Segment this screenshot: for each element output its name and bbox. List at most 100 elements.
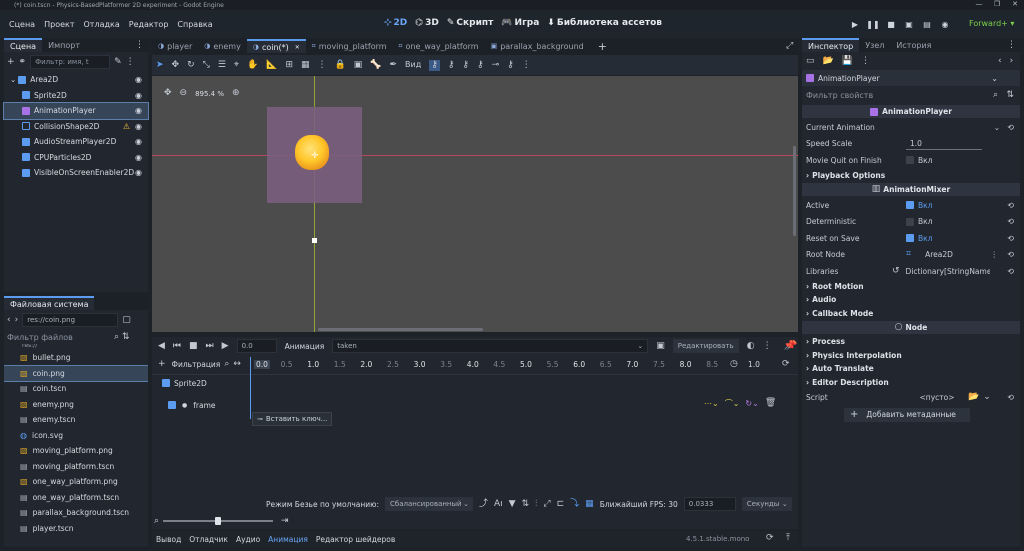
snap-keys-icon[interactable]: ⤵ [570, 499, 579, 509]
stop-icon[interactable]: ■ [885, 18, 897, 30]
file-item[interactable]: ▤ player.tscn [4, 521, 148, 537]
add-metadata-button[interactable]: + Добавить метаданные [844, 407, 970, 422]
play-start-back-icon[interactable]: ⏮ [173, 341, 181, 351]
menu-3[interactable]: Редактор [129, 20, 169, 29]
group-playback-options[interactable]: › Playback Options [802, 169, 1020, 183]
time-input[interactable]: 0.0 [236, 339, 277, 353]
reset-on-save-reset-icon[interactable]: ⟲ [1007, 234, 1014, 243]
onion-skin-icon[interactable]: ◐ [747, 341, 755, 351]
root-node-value[interactable]: Area2D [925, 250, 953, 259]
scene-node[interactable]: CPUParticles2D ◉ [4, 150, 148, 166]
bone-icon[interactable]: ✒ [389, 60, 397, 70]
file-filter-input[interactable]: Фильтр файлов [7, 333, 111, 342]
file-item[interactable]: ▧ bullet.png [4, 350, 148, 366]
step-input[interactable]: 0.0333 [683, 497, 736, 511]
renderer-select[interactable]: Forward+ ▾ [969, 19, 1014, 28]
file-item[interactable]: ▤ parallax_background.tscn [4, 505, 148, 521]
list-select-icon[interactable]: ☰ [218, 60, 226, 70]
key-rotation-icon[interactable]: ⚷ [462, 60, 469, 70]
visibility-icon[interactable]: ◉ [135, 75, 142, 84]
file-item[interactable]: ▧ coin.png [4, 364, 148, 382]
libraries-revert-icon[interactable]: ↺ [892, 266, 900, 276]
menu-4[interactable]: Справка [177, 20, 212, 29]
sort-tracks-icon[interactable]: ⇅ [522, 499, 530, 509]
font-icon[interactable]: Aı [494, 499, 503, 509]
play-custom-icon[interactable]: ▤ [921, 18, 933, 30]
add-node-icon[interactable]: + [7, 57, 15, 67]
lock-icon[interactable]: 🔒 [335, 60, 346, 70]
menu-0[interactable]: Сцена [9, 20, 35, 29]
node-selector[interactable]: AnimationPlayer ⌄ [802, 70, 1020, 86]
more-icon[interactable]: ⋮ [126, 57, 135, 67]
distraction-free-icon[interactable]: ⤢ [786, 42, 793, 51]
group-icon[interactable]: ▣ [354, 60, 363, 70]
track-enable-checkbox[interactable] [168, 401, 176, 409]
unit-select[interactable]: Секунды ⌄ [741, 497, 792, 511]
minimize-icon[interactable]: — [970, 0, 988, 8]
inspector-more-icon[interactable]: ⋮ [1007, 40, 1016, 50]
speed-scale-input[interactable]: 1.0 [906, 139, 986, 151]
scene-node[interactable]: VisibleOnScreenEnabler2D ◉ [4, 165, 148, 181]
toolbar-more-icon[interactable]: ⋮ [522, 60, 531, 70]
anim-more-icon[interactable]: ⋮ [763, 341, 772, 351]
new-resource-icon[interactable]: ▭ [806, 56, 815, 66]
update-mode-icon[interactable]: ⋯⌄ [704, 399, 719, 408]
movie-icon[interactable]: ◉ [939, 18, 951, 30]
visibility-icon[interactable]: ◉ [135, 106, 142, 115]
play-backwards-icon[interactable]: ◀ [158, 341, 165, 351]
autoplay-icon[interactable]: ▣ [656, 341, 665, 351]
group-0[interactable]: › Root Motion [802, 280, 1020, 294]
h-scrollbar[interactable] [318, 328, 483, 331]
split-view-icon[interactable]: ▢ [122, 315, 131, 325]
scene-tab-1[interactable]: Импорт [42, 38, 86, 52]
anim-stop-icon[interactable]: ■ [189, 341, 198, 351]
insert-key-tooltip[interactable]: ⊸ Вставить ключ... [252, 412, 333, 426]
filter-icon[interactable]: ▼ [509, 499, 516, 509]
play-start-icon[interactable]: ⏭ [206, 341, 214, 351]
scene-node[interactable]: CollisionShape2D ⚠ ◉ [4, 119, 148, 135]
scene-node[interactable]: ⌄ Area2D ◉ [4, 72, 148, 88]
editor-tab-coin[interactable]: ◑ coin(*) ✕ [246, 39, 306, 53]
inspector-tab-1[interactable]: Узел [859, 38, 890, 52]
editor-tab-one-way-platform[interactable]: ⌗ one_way_platform [393, 39, 485, 53]
current-animation-dropdown-icon[interactable]: ⌄ [994, 123, 1000, 132]
ruler-tool-icon[interactable]: 📐 [266, 60, 277, 70]
zoom-slider[interactable] [163, 517, 274, 525]
back-icon[interactable]: ‹ [7, 315, 11, 325]
group-1[interactable]: › Physics Interpolation [802, 349, 1020, 363]
zoom-end-icon[interactable]: ⇥ [281, 516, 289, 526]
file-item[interactable]: ▤ moving_platform.tscn [4, 459, 148, 475]
movie-quit-checkbox[interactable] [906, 156, 914, 165]
visibility-icon[interactable]: ◉ [135, 153, 142, 162]
expand-panel-icon[interactable]: ⤒ [786, 534, 790, 543]
libraries-value[interactable]: Dictionary[StringName, [906, 267, 990, 276]
key-auto-icon[interactable]: ⊸ [492, 60, 500, 70]
menu-1[interactable]: Проект [44, 20, 74, 29]
forward-icon[interactable]: › [15, 315, 19, 325]
file-item[interactable]: ◍ icon.svg [4, 428, 148, 444]
scene-node[interactable]: AnimationPlayer ◉ [3, 102, 149, 120]
snap-time-icon[interactable]: ⊏ [557, 499, 565, 509]
view-menu[interactable]: Вид [405, 61, 421, 69]
pause-icon[interactable]: ❚❚ [866, 18, 879, 30]
sort-icon[interactable]: ⇅ [122, 332, 130, 342]
zoom-in-icon[interactable]: ⊕ [232, 89, 240, 98]
select-tool-icon[interactable]: ➤ [156, 60, 164, 70]
play-scene-icon[interactable]: ▣ [903, 18, 915, 30]
fit-width-icon[interactable]: ↔ [233, 360, 241, 369]
tab-filesystem[interactable]: Файловая система [4, 296, 95, 310]
play-icon[interactable]: ▶ [849, 18, 861, 30]
libraries-reset-icon[interactable]: ⟲ [1007, 267, 1014, 276]
file-item[interactable]: ▧ enemy.png [4, 397, 148, 413]
workspace-0[interactable]: ⊹ 2D [384, 18, 407, 28]
load-resource-icon[interactable]: 📂 [823, 56, 834, 66]
file-item[interactable]: ▤ coin.tscn [4, 381, 148, 397]
key-insert-all-icon[interactable]: ⚷ [507, 60, 514, 70]
script-reset-icon[interactable]: ⟲ [1007, 393, 1014, 402]
link-icon[interactable]: ⚭ [19, 57, 27, 67]
snap-icon[interactable]: ⫶ [535, 499, 537, 509]
grid-snap-icon[interactable]: ▦ [301, 60, 310, 70]
visibility-icon[interactable]: ◉ [135, 137, 142, 146]
close-tab-icon[interactable]: ✕ [295, 44, 300, 51]
visibility-icon[interactable]: ◉ [135, 122, 142, 131]
